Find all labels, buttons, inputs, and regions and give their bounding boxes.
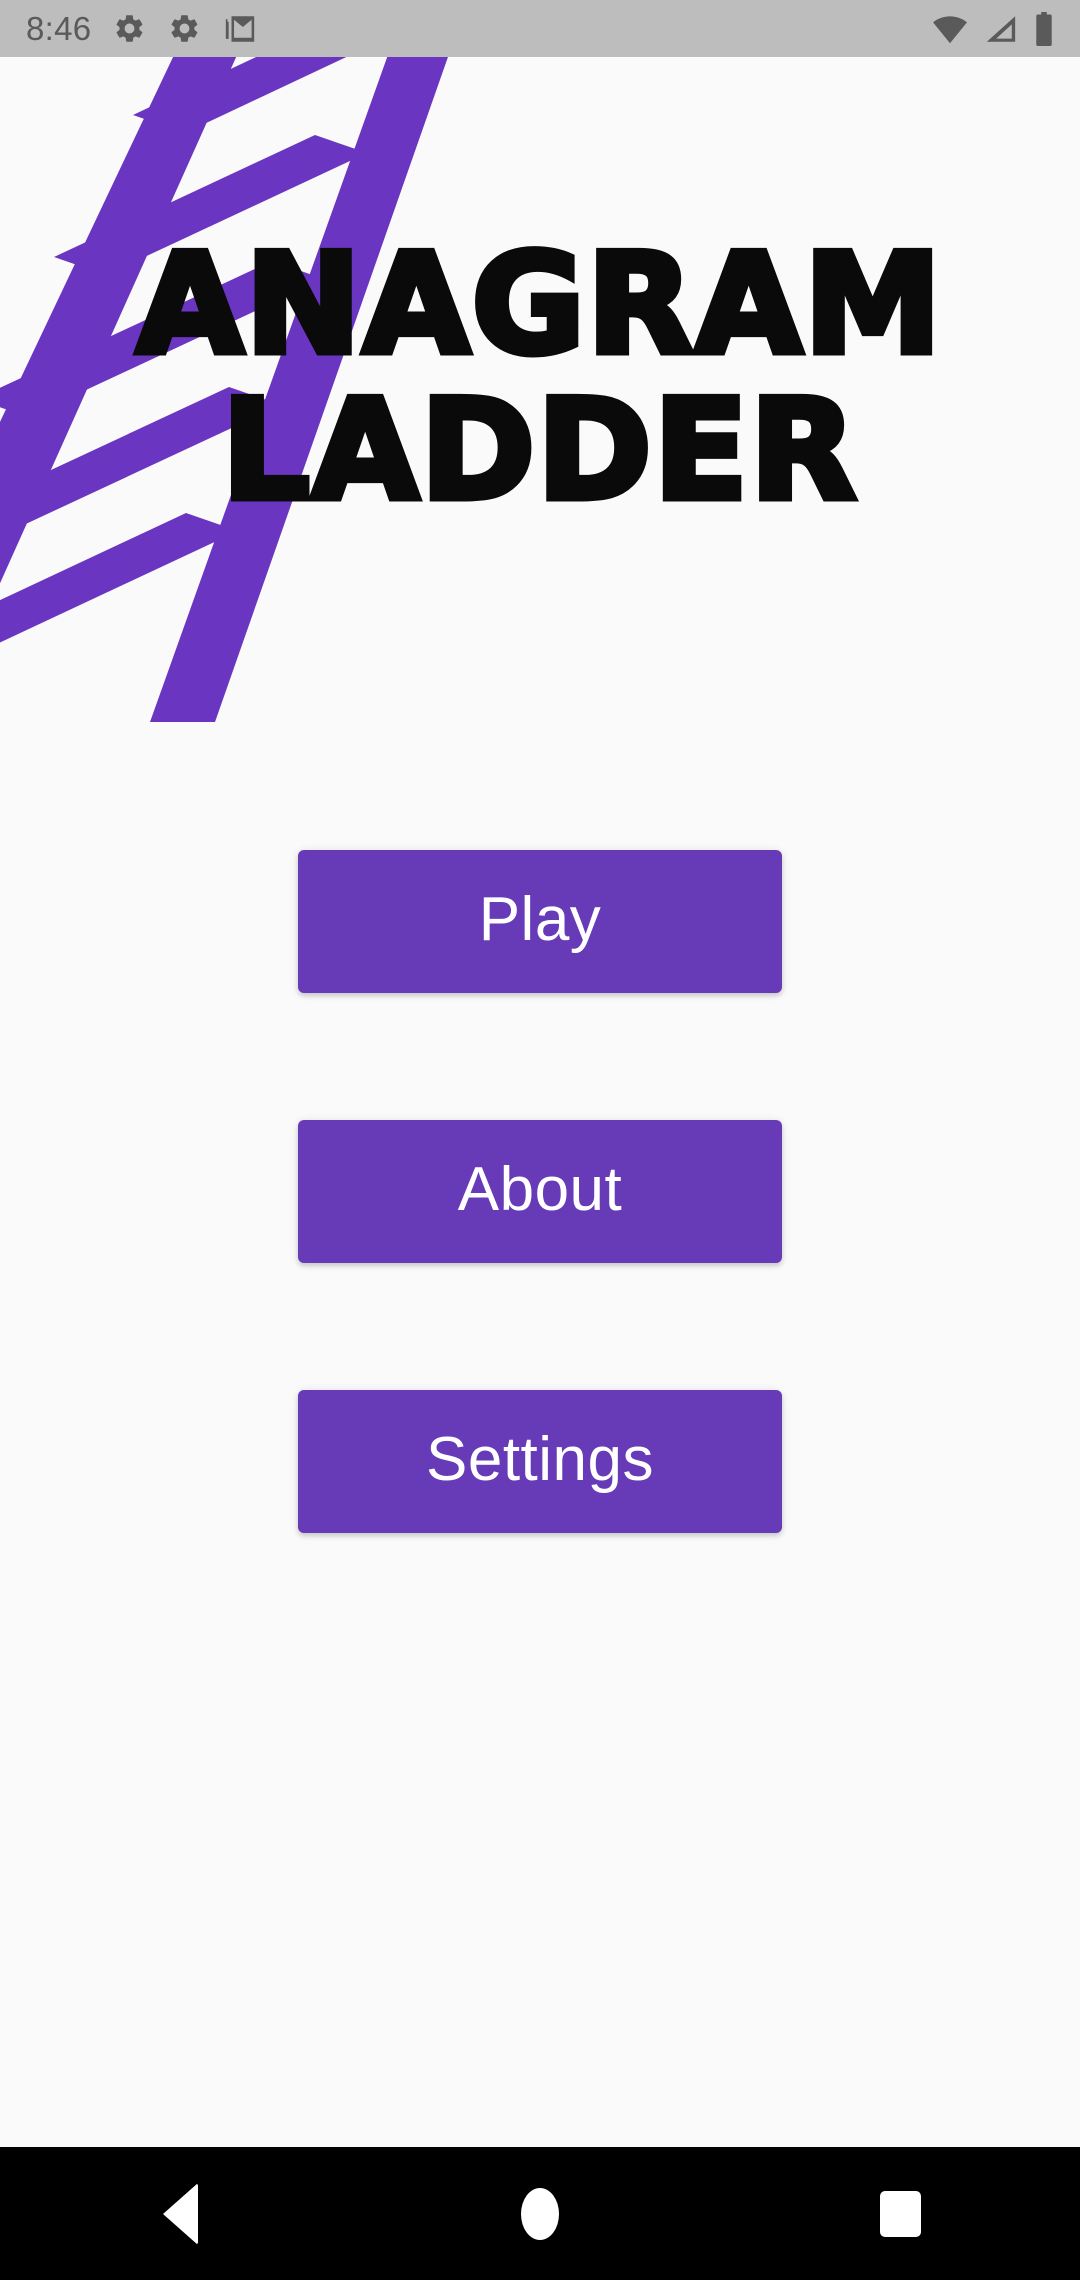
nav-home-button[interactable] [450, 2147, 630, 2280]
status-bar-right-group [932, 11, 1054, 46]
gmail-icon [226, 15, 255, 42]
recents-square-icon [879, 2190, 921, 2237]
settings-gear-icon [116, 15, 143, 42]
status-bar-clock: 8:46 [26, 10, 92, 47]
nav-back-button[interactable] [90, 2147, 270, 2280]
page-title: ANAGRAM LADDER [0, 224, 1080, 532]
android-navigation-bar [0, 2147, 1080, 2280]
about-button[interactable]: About [298, 1120, 782, 1263]
app-screen: 8:46 ANAGRAM LADDER Play About Settings [0, 0, 1080, 2280]
status-bar: 8:46 [0, 0, 1080, 57]
main-menu: Play About Settings [0, 850, 1080, 1533]
play-button[interactable]: Play [298, 850, 782, 993]
nav-recents-button[interactable] [810, 2147, 990, 2280]
back-triangle-icon [162, 2182, 198, 2245]
title-line-1: ANAGRAM [133, 224, 945, 385]
title-line-2: LADDER [218, 370, 859, 532]
settings-gear-icon-2 [171, 15, 198, 42]
wifi-icon [933, 15, 967, 43]
settings-button[interactable]: Settings [298, 1390, 782, 1533]
cellular-signal-icon [986, 15, 1016, 42]
status-bar-left-group: 8:46 [26, 12, 257, 46]
battery-icon [1036, 11, 1052, 46]
home-circle-icon [521, 2187, 559, 2240]
